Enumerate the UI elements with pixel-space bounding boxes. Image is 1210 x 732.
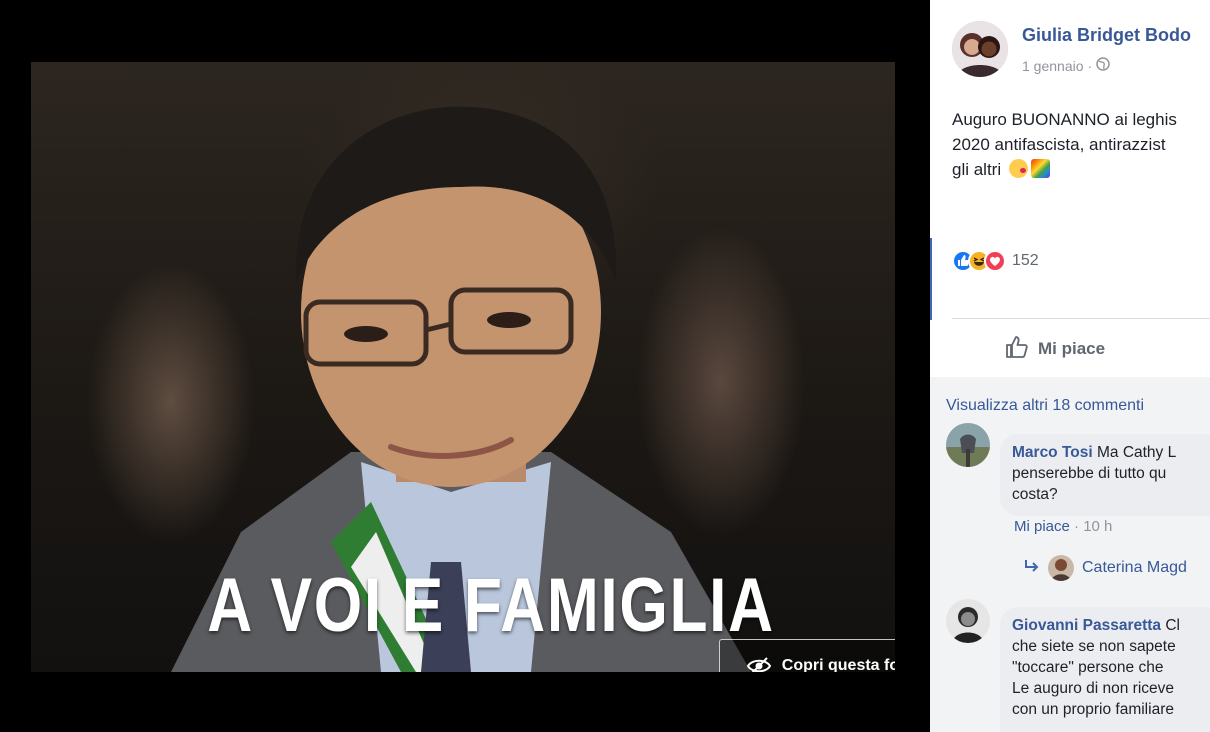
post-text-line: gli altri	[952, 157, 1210, 182]
photo-caption: A VOI E FAMIGLIA	[207, 563, 775, 648]
comment-text: Cl	[1161, 617, 1180, 634]
eye-slash-icon	[746, 656, 772, 672]
commenter-avatar[interactable]	[946, 599, 990, 643]
like-label: Mi piace	[1038, 339, 1106, 358]
comment-text-line: Le auguro di non riceve	[1012, 680, 1175, 697]
like-button[interactable]: Mi piace	[1004, 334, 1105, 364]
view-more-comments-link[interactable]: Visualizza altri 18 commenti	[946, 397, 1144, 415]
post-meta: 1 gennaio ·	[1022, 57, 1110, 74]
thumbs-up-icon	[1004, 334, 1030, 365]
post-text: Auguro BUONANNO ai leghis 2020 antifasci…	[952, 107, 1210, 182]
comment-author-link[interactable]: Marco Tosi	[1012, 444, 1093, 461]
reply-arrow-icon	[1024, 559, 1040, 577]
comment-actions: Mi piace · 10 h	[1014, 518, 1112, 535]
commenter-avatar[interactable]	[946, 423, 990, 467]
comment-dot: ·	[1069, 518, 1084, 535]
comment-text-line: che siete se non sapete	[1012, 638, 1176, 655]
comment-bubble: Giovanni Passaretta Cl che siete se non …	[1000, 607, 1210, 732]
reply-author-name: Caterina Magd	[1082, 559, 1187, 576]
reactions-summary[interactable]: 152	[952, 249, 1039, 273]
hide-photo-button[interactable]: Copri questa foto	[719, 639, 895, 672]
comment-bubble: Marco Tosi Ma Cathy L penserebbe di tutt…	[1000, 434, 1210, 516]
comment-text-line: costa?	[1012, 486, 1058, 503]
love-reaction-icon	[984, 250, 1006, 272]
comment-text: Ma Cathy L	[1092, 444, 1177, 461]
kiss-emoji-icon	[1008, 159, 1028, 178]
post-text-line: 2020 antifascista, antirazzist	[952, 135, 1166, 154]
hide-photo-label: Copri questa foto	[781, 657, 895, 672]
reply-link[interactable]: Caterina Magd	[1024, 553, 1187, 583]
post-date[interactable]: 1 gennaio	[1022, 58, 1084, 74]
comments-section: Visualizza altri 18 commenti Marco Tosi …	[930, 377, 1210, 732]
post-text-fragment: gli altri	[952, 160, 1002, 179]
reply-avatar	[1048, 555, 1074, 581]
post-text-line: Auguro BUONANNO ai leghis	[952, 110, 1177, 129]
comment-text-line: con un proprio familiare	[1012, 701, 1174, 718]
reaction-count: 152	[1012, 252, 1039, 269]
globe-icon	[1096, 57, 1110, 74]
comment-text-line: "toccare" persone che	[1012, 659, 1164, 676]
author-name-link[interactable]: Giulia Bridget Bodo	[1022, 25, 1191, 46]
divider	[952, 318, 1210, 319]
author-avatar[interactable]	[952, 21, 1008, 77]
comment-like-link[interactable]: Mi piace	[1014, 518, 1070, 535]
rainbow-emoji-icon	[1030, 159, 1050, 178]
comment-author-link[interactable]: Giovanni Passaretta	[1012, 617, 1161, 634]
post-panel: Giulia Bridget Bodo 1 gennaio · Auguro B…	[930, 0, 1210, 732]
post-photo[interactable]: A VOI E FAMIGLIA Copri questa foto	[31, 62, 895, 672]
photo-viewer: A VOI E FAMIGLIA Copri questa foto	[0, 0, 930, 732]
comment-text-line: penserebbe di tutto qu	[1012, 465, 1167, 482]
comment-time[interactable]: 10 h	[1083, 518, 1112, 535]
meta-separator: ·	[1087, 57, 1093, 74]
focus-indicator	[930, 238, 932, 320]
